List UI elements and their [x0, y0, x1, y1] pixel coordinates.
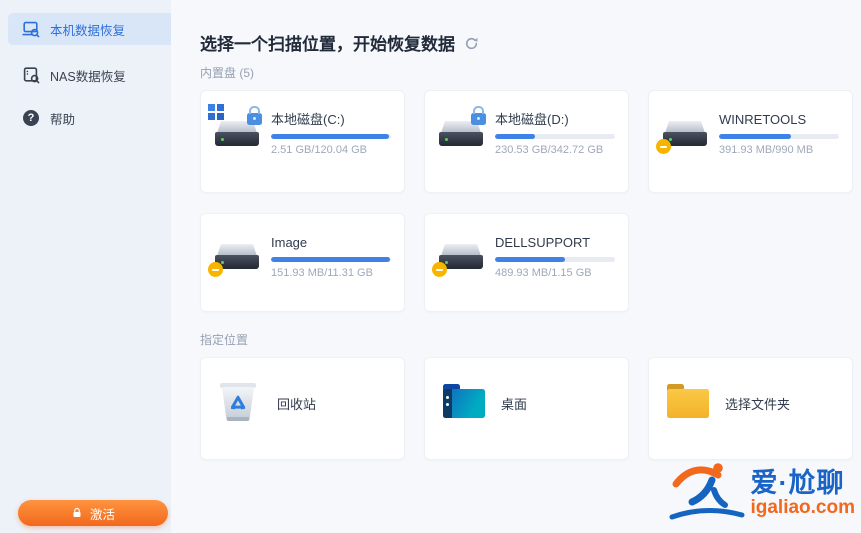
section-label-specified-locations: 指定位置	[200, 333, 249, 347]
drive-name: Image	[271, 235, 308, 250]
location-card-desktop[interactable]: 桌面	[424, 357, 629, 460]
warning-dot-icon	[208, 262, 223, 277]
usage-bar-fill	[271, 257, 390, 262]
drive-card-image[interactable]: Image 151.93 MB/11.31 GB	[200, 213, 405, 312]
lock-icon	[247, 106, 262, 125]
main-panel: 选择一个扫描位置，开始恢复数据 内置盘 (5) 本地磁盘(C:) 2.51 GB…	[171, 0, 861, 533]
sidebar-item-nas-recovery[interactable]: NAS数据恢复	[8, 59, 171, 91]
sidebar-item-label: 帮助	[50, 112, 76, 127]
sidebar-item-help[interactable]: 帮助	[8, 102, 171, 134]
warning-dot-icon	[656, 139, 671, 154]
activate-button[interactable]: 激活	[18, 500, 168, 526]
hard-drive-icon	[208, 240, 260, 277]
drive-name: DELLSUPPORT	[495, 235, 591, 250]
location-label: 选择文件夹	[725, 397, 791, 412]
usage-bar-fill	[495, 134, 535, 139]
sidebar-item-local-recovery[interactable]: 本机数据恢复	[8, 13, 171, 45]
sidebar: 本机数据恢复 NAS数据恢复 帮助 激活	[0, 0, 172, 533]
location-label: 桌面	[501, 397, 528, 412]
activate-label: 激活	[89, 507, 115, 522]
lock-icon	[471, 106, 486, 125]
desktop-folder-icon	[441, 380, 485, 424]
refresh-icon[interactable]	[464, 36, 479, 51]
usage-bar-fill	[719, 134, 791, 139]
drive-name: WINRETOOLS	[719, 112, 807, 127]
warning-dot-icon	[432, 262, 447, 277]
drive-size: 151.93 MB/11.31 GB	[271, 267, 373, 279]
nas-recovery-icon	[22, 66, 40, 84]
drive-card-winretools[interactable]: WINRETOOLS 391.93 MB/990 MB	[648, 90, 853, 193]
usage-bar	[495, 134, 615, 139]
page-title-text: 选择一个扫描位置，开始恢复数据	[200, 35, 455, 55]
drive-size: 489.93 MB/1.15 GB	[495, 267, 592, 279]
drive-card-c[interactable]: 本地磁盘(C:) 2.51 GB/120.04 GB	[200, 90, 405, 193]
usage-bar	[271, 257, 391, 262]
hard-drive-icon	[208, 104, 262, 151]
usage-bar	[495, 257, 615, 262]
drive-size: 230.53 GB/342.72 GB	[495, 144, 604, 156]
drive-size: 391.93 MB/990 MB	[719, 144, 814, 156]
usage-bar-fill	[495, 257, 565, 262]
drive-name: 本地磁盘(D:)	[495, 112, 569, 127]
help-icon	[22, 109, 40, 127]
usage-bar	[271, 134, 391, 139]
hard-drive-icon	[656, 117, 708, 154]
drive-card-dellsupport[interactable]: DELLSUPPORT 489.93 MB/1.15 GB	[424, 213, 629, 312]
page-title: 选择一个扫描位置，开始恢复数据	[200, 30, 479, 55]
sidebar-item-label: NAS数据恢复	[50, 69, 126, 84]
location-label: 回收站	[277, 397, 317, 412]
location-card-select-folder[interactable]: 选择文件夹	[648, 357, 853, 460]
recycle-bin-icon	[217, 380, 261, 424]
recycle-symbol-icon	[227, 392, 249, 419]
select-folder-icon	[665, 380, 709, 424]
section-label-internal-disks: 内置盘 (5)	[200, 66, 255, 80]
usage-bar	[719, 134, 839, 139]
sidebar-item-label: 本机数据恢复	[50, 23, 126, 38]
hard-drive-icon	[438, 106, 486, 151]
usage-bar-fill	[271, 134, 389, 139]
hard-drive-icon	[432, 240, 484, 277]
pc-recovery-icon	[22, 20, 40, 38]
location-card-recycle-bin[interactable]: 回收站	[200, 357, 405, 460]
lock-icon	[71, 507, 83, 519]
windows-logo-icon	[208, 104, 224, 120]
drive-card-d[interactable]: 本地磁盘(D:) 230.53 GB/342.72 GB	[424, 90, 629, 193]
drive-name: 本地磁盘(C:)	[271, 112, 345, 127]
drive-size: 2.51 GB/120.04 GB	[271, 144, 368, 156]
